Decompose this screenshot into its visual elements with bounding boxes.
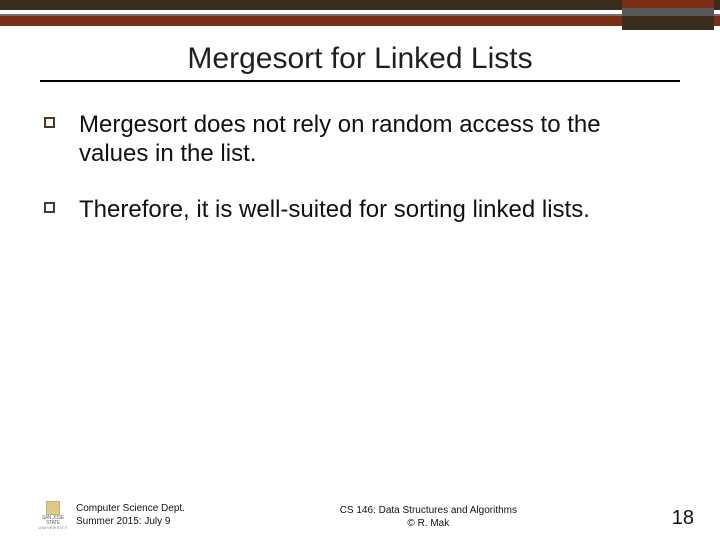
ribbon-tail [622, 0, 714, 30]
title-wrap: Mergesort for Linked Lists [0, 26, 720, 88]
bar-dark [0, 0, 720, 10]
footer-left-text: Computer Science Dept. Summer 2015: July… [76, 503, 185, 528]
logo-mark-icon [46, 501, 60, 515]
decorative-top-bars [0, 0, 720, 26]
footer-center-line1: CS 146: Data Structures and Algorithms [298, 505, 558, 518]
page-number: 18 [672, 507, 694, 530]
content-area: Mergesort does not rely on random access… [0, 88, 720, 540]
logo-text: SAN JOSÉ STATE UNIVERSITY [38, 516, 68, 530]
bullet-box-icon [44, 117, 55, 128]
sjsu-logo: SAN JOSÉ STATE UNIVERSITY [38, 501, 68, 530]
bullet-item: Therefore, it is well-suited for sorting… [44, 195, 664, 224]
ribbon-dark [622, 16, 714, 30]
footer-center-line2: © R. Mak [298, 518, 558, 531]
logo-line2: UNIVERSITY [38, 526, 68, 530]
title-rule [40, 80, 680, 82]
bullet-box-icon [44, 202, 55, 213]
bar-red [0, 16, 720, 26]
footer: SAN JOSÉ STATE UNIVERSITY Computer Scien… [0, 501, 720, 530]
ribbon-red [622, 0, 714, 8]
slide-title: Mergesort for Linked Lists [0, 42, 720, 76]
bullet-item: Mergesort does not rely on random access… [44, 110, 664, 169]
footer-center-text: CS 146: Data Structures and Algorithms ©… [298, 505, 558, 530]
bullet-text: Mergesort does not rely on random access… [79, 110, 664, 169]
footer-left: SAN JOSÉ STATE UNIVERSITY Computer Scien… [38, 501, 185, 530]
bullet-text: Therefore, it is well-suited for sorting… [79, 195, 590, 224]
ribbon-gray [622, 8, 714, 16]
slide: Mergesort for Linked Lists Mergesort doe… [0, 0, 720, 540]
footer-left-line2: Summer 2015: July 9 [76, 516, 185, 529]
footer-left-line1: Computer Science Dept. [76, 503, 185, 516]
